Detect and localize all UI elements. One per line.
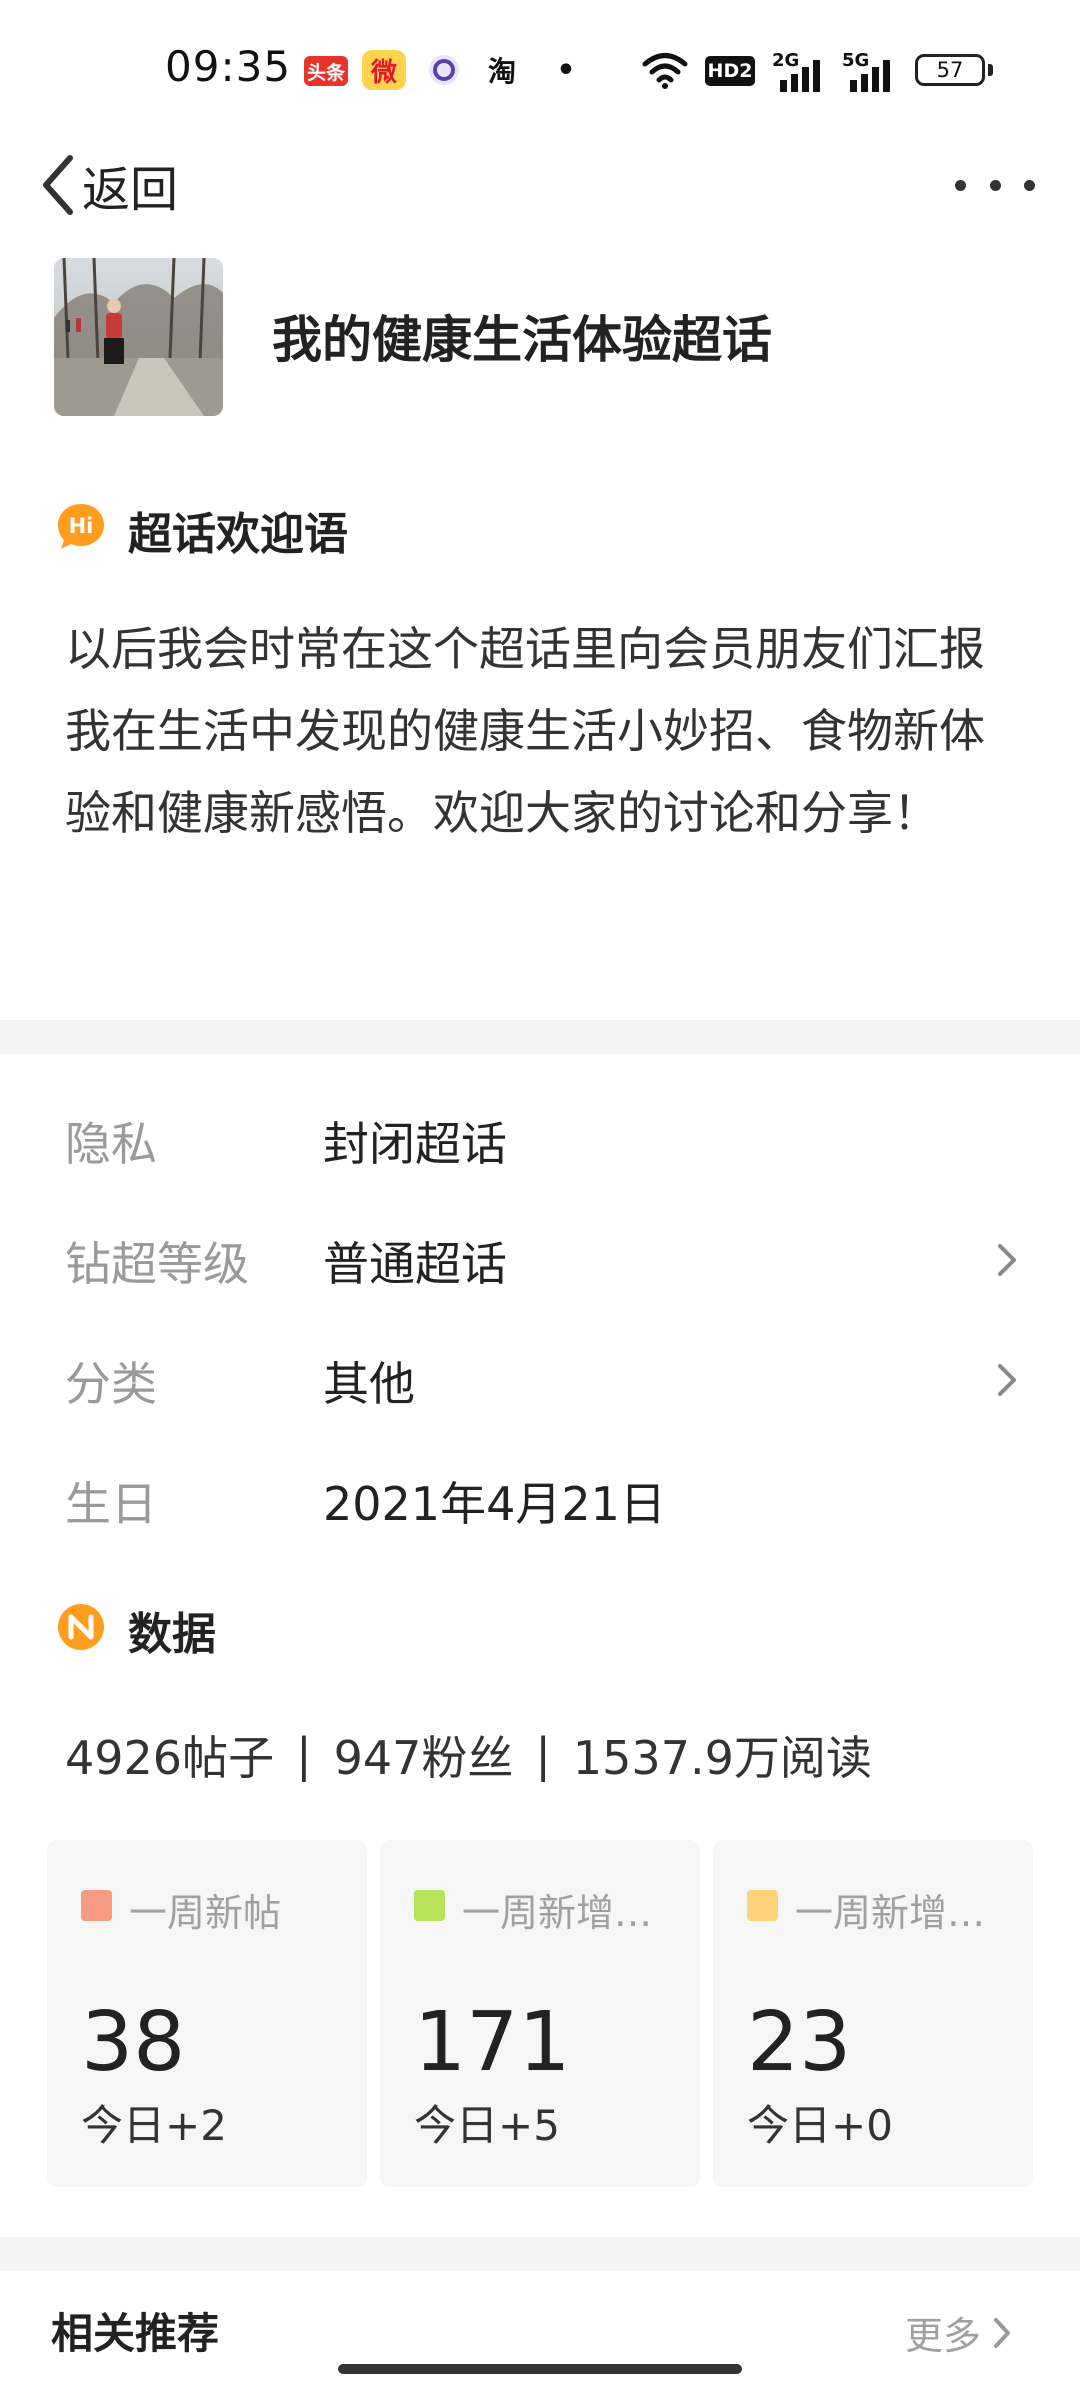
card-value: 171 — [414, 1995, 571, 2090]
stats-summary: 4926帖子 | 947粉丝 | 1537.9万阅读 — [65, 1722, 872, 1788]
card-label: 一周新增… — [462, 1891, 653, 1935]
fans-count: 947粉丝 — [333, 1731, 514, 1785]
battery-tip — [988, 64, 993, 76]
related-title: 相关推荐 — [51, 2309, 220, 2358]
chevron-right-icon — [998, 1244, 1016, 1276]
stat-card-weekly-posts[interactable]: 一周新帖 38 今日+2 — [47, 1840, 367, 2187]
topic-title: 我的健康生活体验超话 — [272, 311, 772, 369]
more-link[interactable]: 更多 — [905, 2305, 1013, 2360]
birthday-row: 生日 2021年4月21日 — [0, 1440, 1080, 1560]
card-label: 一周新增… — [795, 1891, 986, 1935]
back-label: 返回 — [82, 162, 179, 218]
notification-dot-icon: • — [556, 52, 576, 88]
section-divider — [0, 2237, 1080, 2271]
posts-count: 4926帖子 — [65, 1731, 275, 1785]
data-heading: 数据 — [128, 1609, 216, 1660]
level-row[interactable]: 钻超等级 普通超话 — [0, 1200, 1080, 1320]
more-link-label: 更多 — [905, 2314, 982, 2358]
topic-avatar[interactable] — [54, 258, 223, 416]
hi-bubble-icon: Hi — [58, 504, 104, 549]
status-bar: 09:35 头条 微 淘 • HD2 2G 5G 57 — [0, 0, 1080, 140]
birthday-label: 生日 — [65, 1477, 157, 1531]
card-color-swatch — [747, 1890, 778, 1921]
category-value: 其他 — [323, 1357, 415, 1411]
signal-2g-icon: 2G — [772, 50, 832, 92]
home-indicator[interactable] — [338, 2364, 742, 2374]
stat-card-weekly-fans[interactable]: 一周新增… 171 今日+5 — [380, 1840, 700, 2187]
chevron-right-icon — [994, 2317, 1011, 2348]
stats-separator: | — [535, 1728, 551, 1782]
hi-icon-text: Hi — [69, 514, 94, 538]
card-today: 今日+0 — [747, 2101, 893, 2150]
privacy-row: 隐私 封闭超话 — [0, 1080, 1080, 1200]
signal-5g-icon: 5G — [842, 50, 902, 92]
card-color-swatch — [414, 1890, 445, 1921]
wifi-icon — [640, 50, 690, 90]
chevron-left-icon — [43, 155, 73, 215]
weibo-icon: 微 — [362, 50, 406, 90]
welcome-text: 以后我会时常在这个超话里向会员朋友们汇报我在生活中发现的健康生活小妙招、食物新体… — [65, 622, 985, 840]
taobao-icon: 淘 — [487, 55, 516, 88]
more-dot-icon — [1024, 179, 1035, 191]
card-value: 38 — [81, 1995, 186, 2090]
hd-voice-icon: HD2 — [705, 56, 755, 86]
card-value: 23 — [747, 1995, 852, 2090]
avatar-photo — [54, 258, 223, 416]
more-dot-icon — [989, 179, 1001, 191]
birthday-value: 2021年4月21日 — [323, 1477, 666, 1531]
category-label: 分类 — [65, 1357, 157, 1411]
battery-icon: 57 — [915, 54, 985, 86]
toutiao-icon: 头条 — [304, 56, 348, 86]
card-today: 今日+5 — [414, 2101, 560, 2150]
data-icon — [58, 1604, 104, 1650]
welcome-heading: 超话欢迎语 — [128, 509, 348, 560]
back-button[interactable]: 返回 — [38, 140, 178, 230]
stat-card-weekly-new[interactable]: 一周新增… 23 今日+0 — [713, 1840, 1033, 2187]
section-divider — [0, 1020, 1080, 1054]
level-value: 普通超话 — [323, 1237, 507, 1291]
more-options-button[interactable] — [955, 160, 1035, 210]
category-row[interactable]: 分类 其他 — [0, 1320, 1080, 1440]
card-color-swatch — [81, 1890, 112, 1921]
status-time: 09:35 — [165, 42, 292, 91]
chevron-right-icon — [998, 1364, 1016, 1396]
reads-count: 1537.9万阅读 — [572, 1731, 872, 1785]
privacy-label: 隐私 — [65, 1117, 157, 1171]
privacy-value: 封闭超话 — [323, 1117, 507, 1171]
card-today: 今日+2 — [81, 2101, 227, 2150]
level-label: 钻超等级 — [65, 1237, 249, 1291]
app-circle-icon — [424, 50, 464, 90]
more-dot-icon — [955, 179, 966, 191]
card-label: 一周新帖 — [129, 1891, 282, 1935]
stats-separator: | — [296, 1728, 312, 1782]
